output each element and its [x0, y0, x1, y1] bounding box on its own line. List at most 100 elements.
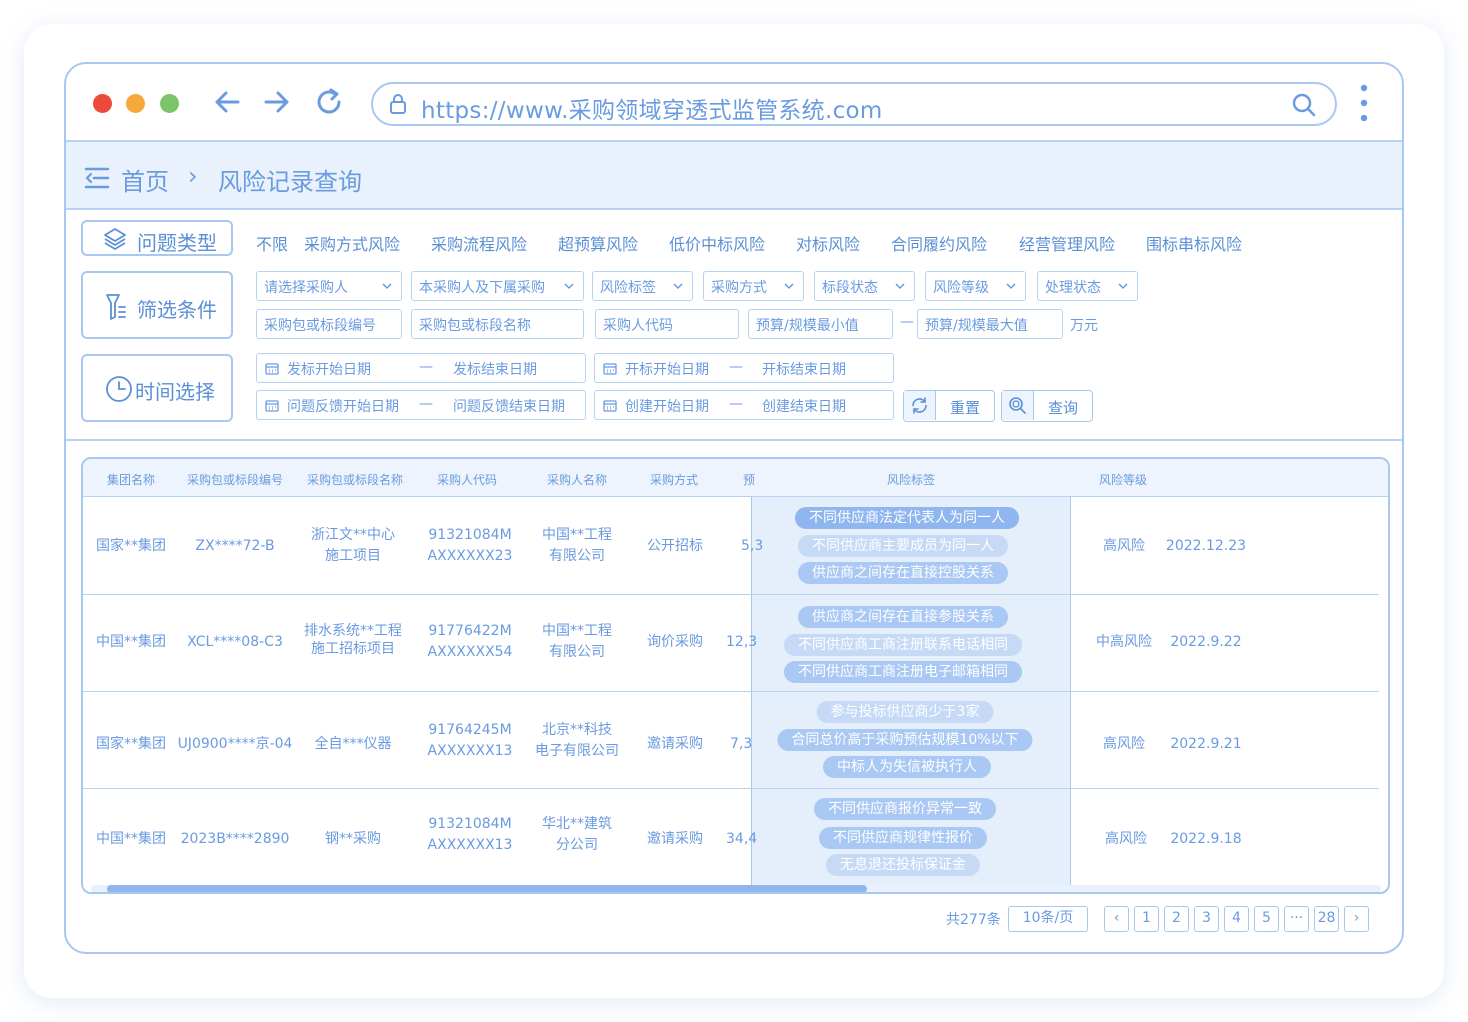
chevron-down-icon [784, 283, 794, 290]
budget-max-input[interactable]: 预算/规模最大值 [917, 309, 1063, 339]
table-row[interactable]: 中国**集团 2023B****2890 钢**采购 91321084M AXX… [83, 789, 1379, 884]
table-row[interactable]: 国家**集团 UJ0900****京-04 全自***仪器 91764245M … [83, 692, 1379, 789]
more-menu-icon[interactable] [1360, 84, 1368, 122]
th-method: 采购方式 [649, 473, 699, 487]
risk-tag-pill[interactable]: 不同供应商工商注册电子邮箱相同 [784, 661, 1022, 683]
budget-min-input[interactable]: 预算/规模最小值 [748, 309, 893, 339]
buyer-scope-select[interactable]: 本采购人及下属采购 [411, 271, 584, 301]
reset-button[interactable]: 重置 [903, 390, 995, 422]
page-28-button[interactable]: 28 [1314, 906, 1339, 932]
risk-tag-pill[interactable]: 供应商之间存在直接参股关系 [798, 606, 1008, 628]
prev-page-button[interactable]: ‹ [1104, 906, 1129, 932]
clock-icon [106, 376, 132, 402]
filter-icon [106, 294, 126, 320]
package-no-input[interactable]: 采购包或标段编号 [256, 309, 402, 339]
budget-range-dash: — [900, 314, 914, 330]
menu-collapse-icon[interactable] [84, 166, 110, 190]
risk-tag-pill[interactable]: 合同总价高于采购预估规模10%以下 [777, 729, 1033, 751]
risk-type-process[interactable]: 采购流程风险 [431, 231, 527, 255]
feedback-date-range[interactable]: 问题反馈开始日期 — 问题反馈结束日期 [256, 390, 586, 420]
filter-text: 筛选条件 [137, 298, 217, 322]
risk-tag-pill[interactable]: 不同供应商主要成员为同一人 [798, 535, 1008, 557]
risk-tag-pill[interactable]: 供应商之间存在直接控股关系 [798, 562, 1008, 584]
section-status-select[interactable]: 标段状态 [814, 271, 915, 301]
risk-tag-pill[interactable]: 无息退还投标保证金 [826, 854, 980, 876]
th-group: 集团名称 [106, 473, 156, 487]
calendar-icon [603, 363, 617, 375]
layers-icon [104, 228, 126, 250]
open-date-range[interactable]: 开标开始日期 — 开标结束日期 [594, 353, 894, 383]
risk-tag-pill[interactable]: 不同供应商法定代表人为同一人 [795, 507, 1019, 529]
calendar-icon [265, 400, 279, 412]
horizontal-scrollbar-thumb[interactable] [107, 885, 867, 892]
refresh-icon [912, 397, 927, 414]
calendar-icon [265, 363, 279, 375]
issue-type-text: 问题类型 [137, 231, 217, 255]
bid-date-range[interactable]: 发标开始日期 — 发标结束日期 [256, 353, 586, 383]
filter-label: 筛选条件 [81, 271, 233, 339]
next-page-button[interactable]: › [1344, 906, 1369, 932]
process-status-select[interactable]: 处理状态 [1037, 271, 1138, 301]
risk-type-lowprice[interactable]: 低价中标风险 [669, 231, 765, 255]
chevron-down-icon [673, 283, 683, 290]
th-risk-level: 风险等级 [1098, 473, 1148, 487]
chevron-down-icon [1006, 283, 1016, 290]
risk-tag-pill[interactable]: 中标人为失信被执行人 [823, 756, 991, 778]
risk-tag-pill[interactable]: 不同供应商规律性报价 [819, 827, 987, 849]
package-name-input[interactable]: 采购包或标段名称 [411, 309, 584, 339]
time-text: 时间选择 [135, 380, 215, 404]
chevron-down-icon [1118, 283, 1128, 290]
breadcrumb-separator: › [188, 162, 198, 190]
search-icon[interactable] [1291, 92, 1317, 118]
calendar-icon [603, 400, 617, 412]
chevron-down-icon [895, 283, 905, 290]
maximize-window-dot[interactable] [160, 94, 179, 113]
risk-type-contract[interactable]: 合同履约风险 [891, 231, 987, 255]
th-budget: 预 [742, 473, 756, 487]
risk-type-method[interactable]: 采购方式风险 [304, 231, 400, 255]
risk-type-management[interactable]: 经营管理风险 [1019, 231, 1115, 255]
page-4-button[interactable]: 4 [1224, 906, 1249, 932]
address-bar[interactable]: https://www.采购领域穿透式监管系统.com [371, 82, 1337, 126]
time-label: 时间选择 [81, 354, 233, 422]
back-arrow-icon[interactable] [210, 84, 246, 120]
page-3-button[interactable]: 3 [1194, 906, 1219, 932]
create-date-range[interactable]: 创建开始日期 — 创建结束日期 [594, 390, 894, 420]
browser-toolbar: https://www.采购领域穿透式监管系统.com [66, 64, 1402, 142]
page-ellipsis[interactable]: ··· [1284, 906, 1309, 932]
section-divider [66, 439, 1402, 441]
issue-type-label: 问题类型 [81, 220, 233, 256]
table-row[interactable]: 国家**集团 ZX****72-B 浙江文**中心 施工项目 91321084M… [83, 497, 1379, 595]
risk-type-all[interactable]: 不限 [256, 231, 288, 255]
risk-tag-pill[interactable]: 不同供应商报价异常一致 [814, 798, 996, 820]
risk-level-select[interactable]: 风险等级 [925, 271, 1026, 301]
page-1-button[interactable]: 1 [1134, 906, 1159, 932]
risk-table: 集团名称 采购包或标段编号 采购包或标段名称 采购人代码 采购人名称 采购方式 … [81, 457, 1390, 894]
total-count: 共277条 [946, 912, 1001, 928]
risk-type-benchmark[interactable]: 对标风险 [796, 231, 860, 255]
close-window-dot[interactable] [93, 94, 112, 113]
risk-type-collusion[interactable]: 围标串标风险 [1146, 231, 1242, 255]
purchase-method-select[interactable]: 采购方式 [703, 271, 804, 301]
chevron-down-icon [564, 283, 574, 290]
page-size-select[interactable]: 10条/页 [1008, 906, 1088, 932]
refresh-icon[interactable] [311, 84, 347, 120]
breadcrumb: 首页 › 风险记录查询 [66, 142, 1402, 210]
buyer-code-input[interactable]: 采购人代码 [595, 309, 739, 339]
risk-tag-pill[interactable]: 参与投标供应商少于3家 [816, 701, 994, 723]
chevron-down-icon [382, 283, 392, 290]
th-package-name: 采购包或标段名称 [306, 473, 404, 487]
risk-tag-pill[interactable]: 不同供应商工商注册联系电话相同 [784, 634, 1022, 656]
forward-arrow-icon[interactable] [258, 84, 294, 120]
page-5-button[interactable]: 5 [1254, 906, 1279, 932]
risk-tag-select[interactable]: 风险标签 [592, 271, 693, 301]
risk-type-overbudget[interactable]: 超预算风险 [558, 231, 638, 255]
buyer-select[interactable]: 请选择采购人 [256, 271, 402, 301]
minimize-window-dot[interactable] [126, 94, 145, 113]
search-icon [1009, 397, 1026, 414]
query-button[interactable]: 查询 [1001, 390, 1093, 422]
breadcrumb-home[interactable]: 首页 [121, 162, 169, 197]
table-row[interactable]: 中国**集团 XCL****08-C3 排水系统**工程 施工招标项目 9177… [83, 595, 1379, 692]
page-2-button[interactable]: 2 [1164, 906, 1189, 932]
url-text: https://www.采购领域穿透式监管系统.com [421, 98, 883, 124]
